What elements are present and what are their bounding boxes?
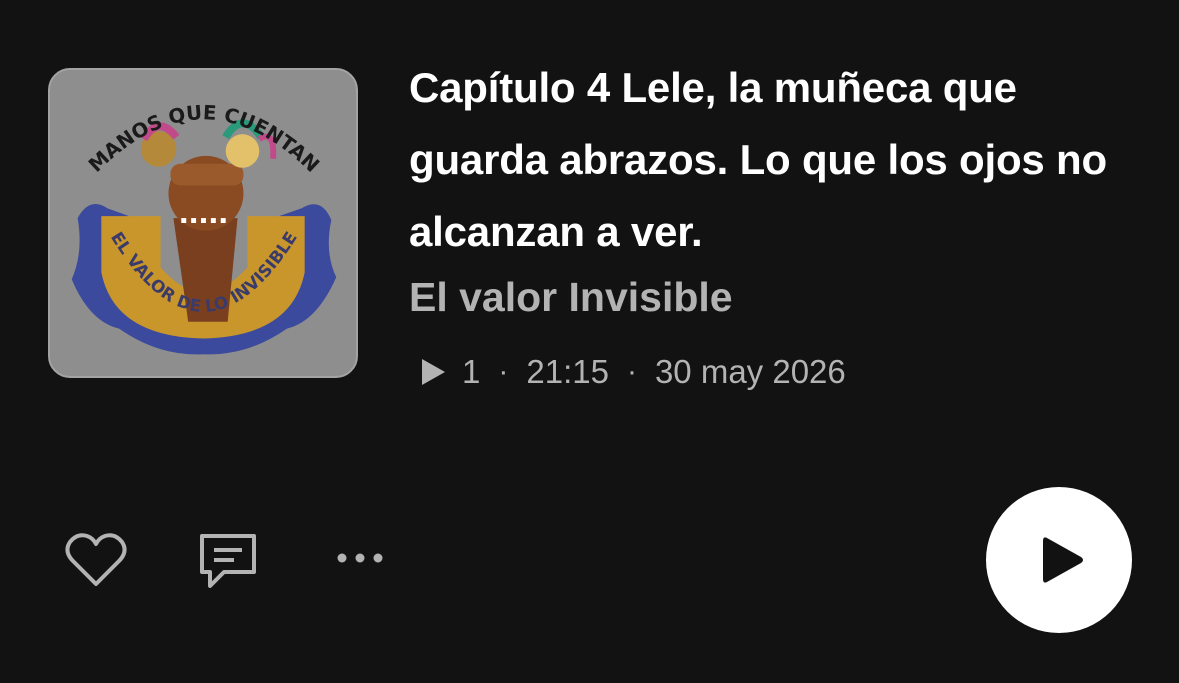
episode-card: MANOS QUE CUENTAN EL VALOR DE LO INVISIB… xyxy=(0,0,1179,683)
episode-title[interactable]: Capítulo 4 Lele, la muñeca que guarda ab… xyxy=(409,52,1149,268)
more-dots-icon xyxy=(337,553,383,563)
episode-meta: 1 · 21:15 · 30 may 2026 xyxy=(418,350,846,394)
episode-cover-art[interactable]: MANOS QUE CUENTAN EL VALOR DE LO INVISIB… xyxy=(48,68,358,378)
like-button[interactable] xyxy=(64,532,128,590)
comment-button[interactable] xyxy=(196,530,260,592)
comment-icon xyxy=(200,534,256,588)
play-icon xyxy=(1043,537,1083,583)
meta-separator: · xyxy=(626,355,637,388)
heart-icon xyxy=(65,533,127,586)
meta-separator: · xyxy=(498,355,509,388)
play-count-icon xyxy=(422,359,445,385)
play-count: 1 xyxy=(462,353,481,390)
cover-illustration: MANOS QUE CUENTAN EL VALOR DE LO INVISIB… xyxy=(71,101,337,355)
episode-date: 30 may 2026 xyxy=(654,353,846,390)
show-name[interactable]: El valor Invisible xyxy=(409,272,733,322)
more-options-button[interactable] xyxy=(334,548,386,568)
episode-duration: 21:15 xyxy=(526,353,609,390)
play-button[interactable] xyxy=(986,487,1132,633)
